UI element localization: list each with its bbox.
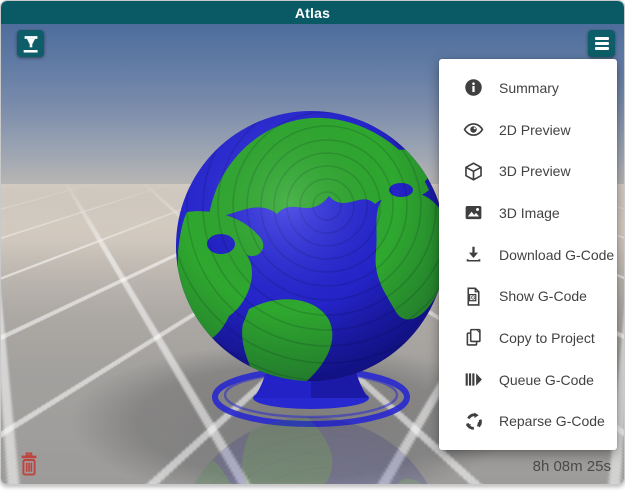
menu-item-label: 3D Image <box>499 205 560 221</box>
menu-item-label: 3D Preview <box>499 163 571 179</box>
gcode-file-card: Atlas <box>0 0 625 485</box>
menu-item-2d-preview[interactable]: 2D Preview <box>439 109 617 151</box>
menu-item-3d-image[interactable]: 3D Image <box>439 192 617 234</box>
menu-item-copy-to-project[interactable]: Copy to Project <box>439 317 617 359</box>
download-icon <box>463 244 484 265</box>
image-icon <box>463 202 484 223</box>
menu-item-queue-gcode[interactable]: Queue G-Code <box>439 359 617 401</box>
print-button[interactable] <box>17 30 44 57</box>
menu-item-reparse-gcode[interactable]: Reparse G-Code <box>439 401 617 443</box>
menu-item-3d-preview[interactable]: 3D Preview <box>439 150 617 192</box>
menu-item-label: Download G-Code <box>499 247 614 263</box>
file-title: Atlas <box>295 5 330 21</box>
menu-item-label: Copy to Project <box>499 330 595 346</box>
info-icon <box>463 77 484 98</box>
menu-item-label: Reparse G-Code <box>499 413 605 429</box>
card-header: Atlas <box>1 1 624 24</box>
nozzle-icon <box>20 33 42 55</box>
menu-item-label: Queue G-Code <box>499 372 594 388</box>
gcode-file-icon: G <box>463 286 484 307</box>
globe-model[interactable] <box>159 94 469 485</box>
menu-item-label: Show G-Code <box>499 288 587 304</box>
card-menu-button[interactable] <box>588 30 615 57</box>
menu-item-label: 2D Preview <box>499 122 571 138</box>
print-time: 8h 08m 25s <box>533 458 611 475</box>
cube-icon <box>463 161 484 182</box>
copy-icon <box>463 327 484 348</box>
queue-icon <box>463 369 484 390</box>
model-reflection <box>159 403 469 485</box>
context-menu: Summary 2D Preview 3D Preview 3D Image D… <box>439 59 617 450</box>
menu-item-summary[interactable]: Summary <box>439 67 617 109</box>
delete-button[interactable] <box>17 451 41 478</box>
eye-icon <box>463 119 484 140</box>
recycle-icon <box>463 411 484 432</box>
menu-item-show-gcode[interactable]: G Show G-Code <box>439 275 617 317</box>
menu-item-download-gcode[interactable]: Download G-Code <box>439 234 617 276</box>
svg-text:G: G <box>471 295 476 301</box>
hamburger-icon <box>595 37 609 50</box>
menu-item-label: Summary <box>499 80 559 96</box>
